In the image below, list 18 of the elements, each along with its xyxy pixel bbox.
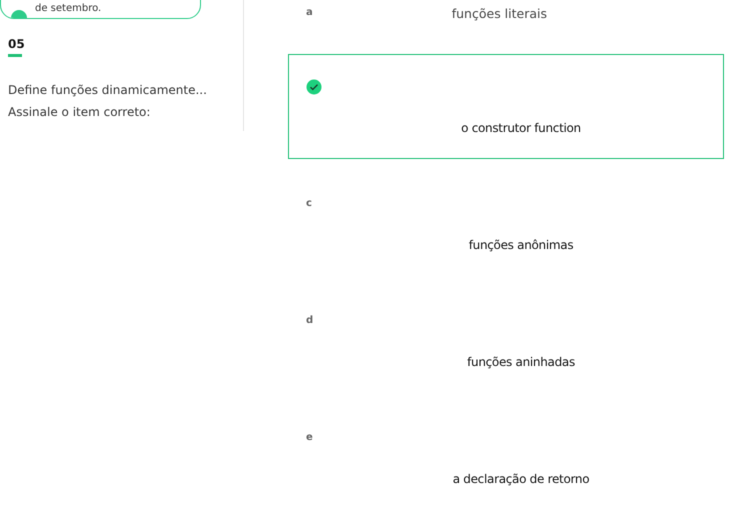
answer-option[interactable]: e a declaração de retorno	[288, 405, 724, 510]
badge-text: de setembro.	[35, 3, 102, 15]
option-letter: d	[306, 314, 314, 328]
question-prompt: Assinale o item correto:	[8, 104, 152, 121]
answer-option[interactable]: c funções anônimas	[288, 171, 724, 276]
option-text: funções aninhadas	[466, 355, 576, 369]
option-letter: a	[306, 6, 313, 20]
option-letter: c	[306, 197, 313, 211]
option-text: funções literais	[450, 6, 548, 20]
answer-option[interactable]: a funções literais	[288, 0, 724, 26]
answer-option[interactable]: d funções aninhadas	[288, 288, 724, 393]
option-text: a declaração de retorno	[452, 472, 590, 486]
option-letter: e	[306, 431, 314, 445]
question-text: Define funções dinamicamente...	[8, 82, 208, 99]
answer-option[interactable]: o construtor function	[288, 54, 724, 159]
question-number: 05	[8, 37, 26, 51]
option-text: o construtor function	[460, 121, 582, 135]
option-text: funções anônimas	[468, 238, 574, 252]
